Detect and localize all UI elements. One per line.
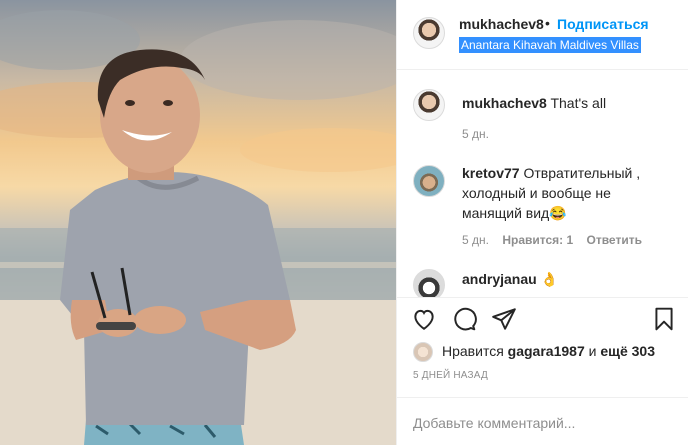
- comment-likes-count[interactable]: Нравится: 1: [502, 233, 573, 247]
- liker-username[interactable]: gagara1987: [508, 343, 585, 359]
- comment-body: andryjanau 👌: [462, 269, 672, 289]
- share-icon[interactable]: [491, 306, 517, 332]
- comment-icon[interactable]: [451, 306, 477, 332]
- post-header: mukhachev8 • Подписаться Anantara Kihava…: [397, 0, 688, 70]
- comment-meta: 5 дн. Нравится: 1 Ответить: [462, 233, 652, 247]
- liker-avatar[interactable]: [413, 342, 433, 362]
- photo-illustration: [0, 10, 396, 445]
- comment-meta: 5 дн.: [462, 127, 499, 141]
- author-avatar[interactable]: [413, 17, 445, 49]
- comment-age[interactable]: 5 дн.: [462, 127, 489, 141]
- comment-text: 👌: [540, 271, 559, 287]
- post-side-panel: mukhachev8 • Подписаться Anantara Kihava…: [396, 0, 688, 445]
- post-actions-bar: [397, 297, 688, 337]
- comment-age[interactable]: 5 дн.: [462, 233, 489, 247]
- comments-list[interactable]: mukhachev8 That's all 5 дн. kretov77 Отв…: [397, 71, 688, 297]
- reply-button[interactable]: Ответить: [587, 233, 642, 247]
- comment-username[interactable]: andryjanau: [462, 271, 537, 287]
- comment-body: mukhachev8 That's all: [462, 93, 672, 113]
- bookmark-icon[interactable]: [651, 306, 677, 332]
- likes-text: Нравится gagara1987 и ещё 303: [442, 343, 655, 359]
- comment-avatar[interactable]: [413, 89, 445, 121]
- comment-username[interactable]: kretov77: [462, 165, 520, 181]
- follow-button[interactable]: Подписаться: [557, 16, 649, 32]
- add-comment-bar: [397, 397, 688, 445]
- comment-body: kretov77 Отвратительный , холодный и воо…: [462, 163, 672, 223]
- likes-prefix: Нравится: [442, 343, 504, 359]
- likes-more[interactable]: ещё 303: [600, 343, 655, 359]
- author-username[interactable]: mukhachev8: [459, 16, 544, 32]
- header-separator: •: [545, 15, 550, 31]
- location-link[interactable]: Anantara Kihavah Maldives Villas: [459, 37, 641, 53]
- post-timestamp[interactable]: 5 ДНЕЙ НАЗАД: [413, 370, 488, 381]
- comment-username[interactable]: mukhachev8: [462, 95, 547, 111]
- post-photo[interactable]: [0, 0, 396, 445]
- comment-avatar[interactable]: [413, 165, 445, 197]
- likes-connector: и: [588, 343, 597, 359]
- add-comment-input[interactable]: [413, 413, 673, 433]
- heart-icon[interactable]: [411, 306, 437, 332]
- comment-avatar[interactable]: [413, 269, 445, 297]
- comment-text: That's all: [550, 95, 607, 111]
